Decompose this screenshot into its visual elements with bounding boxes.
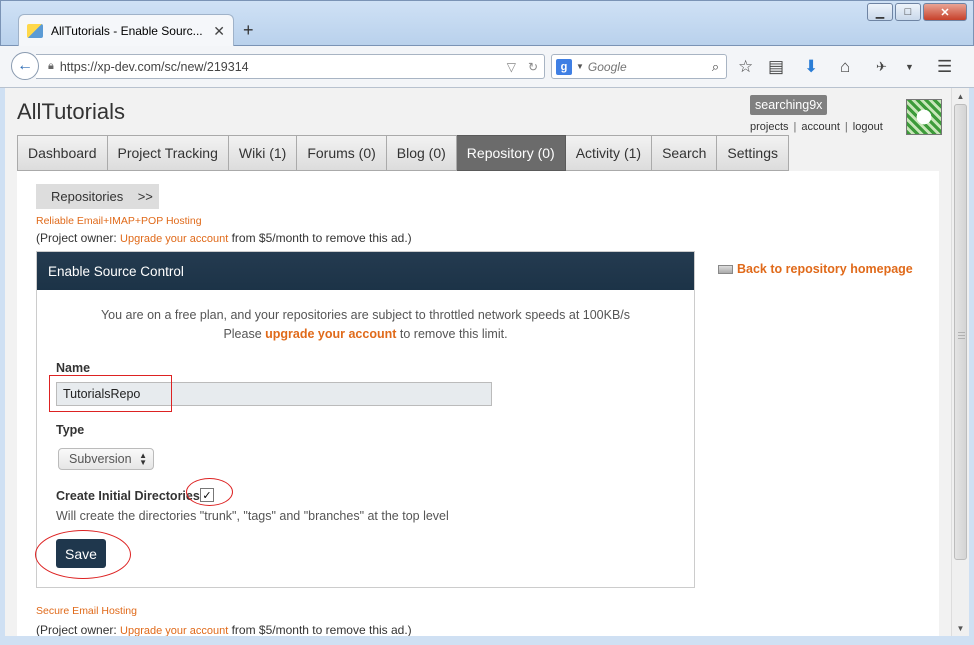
addon-dropdown-icon[interactable]: ▼ bbox=[905, 62, 914, 72]
plan-notice: You are on a free plan, and your reposit… bbox=[100, 308, 631, 322]
projects-link[interactable]: projects bbox=[750, 121, 789, 133]
back-arrow-icon: ← bbox=[17, 57, 33, 74]
lock-icon: 🔒︎ bbox=[48, 60, 54, 72]
grip-icon: — — — bbox=[958, 329, 965, 342]
user-links: projects | account | logout bbox=[750, 121, 883, 133]
close-window-icon[interactable]: ✕ bbox=[923, 3, 967, 21]
dropdown-arrow-icon[interactable]: ▽ bbox=[507, 60, 516, 74]
tab-project-tracking[interactable]: Project Tracking bbox=[107, 135, 229, 171]
tab-wiki[interactable]: Wiki (1) bbox=[228, 135, 298, 171]
ad-notice-top: (Project owner: Upgrade your account fro… bbox=[36, 231, 412, 245]
tab-settings[interactable]: Settings bbox=[717, 135, 790, 171]
breadcrumb[interactable]: Repositories >> bbox=[36, 184, 159, 209]
project-tabs: Dashboard Project Tracking Wiki (1) Foru… bbox=[17, 135, 790, 171]
close-tab-icon[interactable]: ✕ bbox=[213, 23, 225, 40]
tab-search[interactable]: Search bbox=[652, 135, 718, 171]
logout-link[interactable]: logout bbox=[853, 121, 883, 133]
ad-link-top[interactable]: Reliable Email+IMAP+POP Hosting bbox=[36, 215, 202, 227]
reading-list-icon[interactable]: ▤ bbox=[768, 57, 784, 77]
scroll-down-icon[interactable]: ▼ bbox=[952, 620, 969, 636]
updown-arrows-icon: ▲ ▼ bbox=[139, 451, 147, 467]
maximize-icon[interactable]: □ bbox=[895, 3, 921, 21]
back-button[interactable]: ← bbox=[11, 52, 39, 80]
favicon-icon bbox=[27, 24, 43, 38]
addon-icon[interactable]: ✈ bbox=[876, 59, 887, 75]
upgrade-notice: Please upgrade your account to remove th… bbox=[37, 327, 694, 341]
page-scrollbar[interactable]: ▲ — — — ▼ bbox=[951, 88, 969, 636]
back-to-repository-link[interactable]: Back to repository homepage bbox=[718, 262, 913, 276]
reload-icon[interactable]: ↻ bbox=[528, 60, 538, 74]
scroll-up-icon[interactable]: ▲ bbox=[952, 88, 969, 104]
scroll-thumb[interactable]: — — — bbox=[954, 104, 967, 560]
url-text[interactable]: https://xp-dev.com/sc/new/219314 bbox=[60, 60, 501, 74]
tab-blog[interactable]: Blog (0) bbox=[386, 135, 457, 171]
search-box[interactable]: g ▼ ⌕ bbox=[551, 54, 727, 79]
annotation-save-highlight bbox=[35, 530, 131, 579]
notice-suffix: to remove this limit. bbox=[396, 327, 508, 341]
upgrade-account-link[interactable]: Upgrade your account bbox=[120, 233, 228, 245]
tab-repository[interactable]: Repository (0) bbox=[456, 135, 566, 171]
username-badge[interactable]: searching9x bbox=[750, 95, 828, 115]
ad-suffix: from $5/month to remove this ad.) bbox=[228, 623, 412, 636]
annotation-checkbox-highlight bbox=[186, 478, 233, 506]
separator: | bbox=[793, 121, 797, 133]
type-label: Type bbox=[56, 423, 85, 437]
navigation-toolbar: 🔒︎ https://xp-dev.com/sc/new/219314 ▽ ↻ … bbox=[0, 46, 974, 88]
site-title[interactable]: AllTutorials bbox=[17, 99, 125, 125]
notice-prefix: Please bbox=[223, 327, 266, 341]
enable-source-control-panel: Enable Source Control You are on a free … bbox=[36, 251, 695, 588]
address-bar[interactable]: 🔒︎ https://xp-dev.com/sc/new/219314 ▽ ↻ bbox=[36, 54, 545, 79]
ad-suffix: from $5/month to remove this ad.) bbox=[228, 231, 412, 245]
back-link-label: Back to repository homepage bbox=[737, 262, 913, 276]
bookmark-star-icon[interactable]: ☆ bbox=[738, 57, 753, 77]
breadcrumb-label: Repositories >> bbox=[51, 189, 153, 204]
minimize-icon[interactable]: ▁ bbox=[867, 3, 893, 21]
create-dirs-help: Will create the directories "trunk", "ta… bbox=[56, 509, 449, 523]
window-controls: ▁ □ ✕ bbox=[867, 3, 967, 21]
tab-dashboard[interactable]: Dashboard bbox=[17, 135, 108, 171]
ad-link-bottom[interactable]: Secure Email Hosting bbox=[36, 605, 137, 617]
browser-tab[interactable]: AllTutorials - Enable Sourc... ✕ bbox=[18, 14, 234, 47]
download-icon[interactable]: ⬇ bbox=[804, 57, 818, 77]
tab-forums[interactable]: Forums (0) bbox=[297, 135, 387, 171]
search-icon[interactable]: ⌕ bbox=[712, 59, 719, 75]
panel-title: Enable Source Control bbox=[37, 252, 694, 290]
account-link[interactable]: account bbox=[801, 121, 840, 133]
upgrade-your-account-link[interactable]: upgrade your account bbox=[265, 327, 396, 341]
tab-activity[interactable]: Activity (1) bbox=[565, 135, 653, 171]
upgrade-account-link[interactable]: Upgrade your account bbox=[120, 625, 228, 636]
annotation-name-highlight bbox=[49, 375, 172, 412]
ad-prefix: (Project owner: bbox=[36, 623, 121, 636]
google-icon[interactable]: g bbox=[556, 58, 572, 75]
ad-prefix: (Project owner: bbox=[36, 231, 121, 245]
tab-title: AllTutorials - Enable Sourc... bbox=[51, 24, 203, 38]
create-dirs-label: Create Initial Directories bbox=[56, 489, 200, 503]
type-select[interactable]: Subversion ▲ ▼ bbox=[58, 448, 154, 470]
engine-dropdown-icon[interactable]: ▼ bbox=[576, 62, 584, 71]
search-input[interactable] bbox=[587, 59, 708, 74]
avatar[interactable] bbox=[906, 99, 942, 135]
type-selected-value: Subversion bbox=[69, 452, 132, 466]
name-label: Name bbox=[56, 361, 91, 375]
ad-notice-bottom: (Project owner: Upgrade your account fro… bbox=[36, 623, 412, 636]
web-page: AllTutorials searching9x projects | acco… bbox=[5, 88, 951, 636]
home-icon[interactable]: ⌂ bbox=[840, 57, 850, 77]
document-icon bbox=[718, 264, 733, 274]
menu-icon[interactable]: ☰ bbox=[937, 57, 952, 77]
new-tab-icon[interactable]: + bbox=[243, 20, 254, 41]
separator: | bbox=[844, 121, 848, 133]
